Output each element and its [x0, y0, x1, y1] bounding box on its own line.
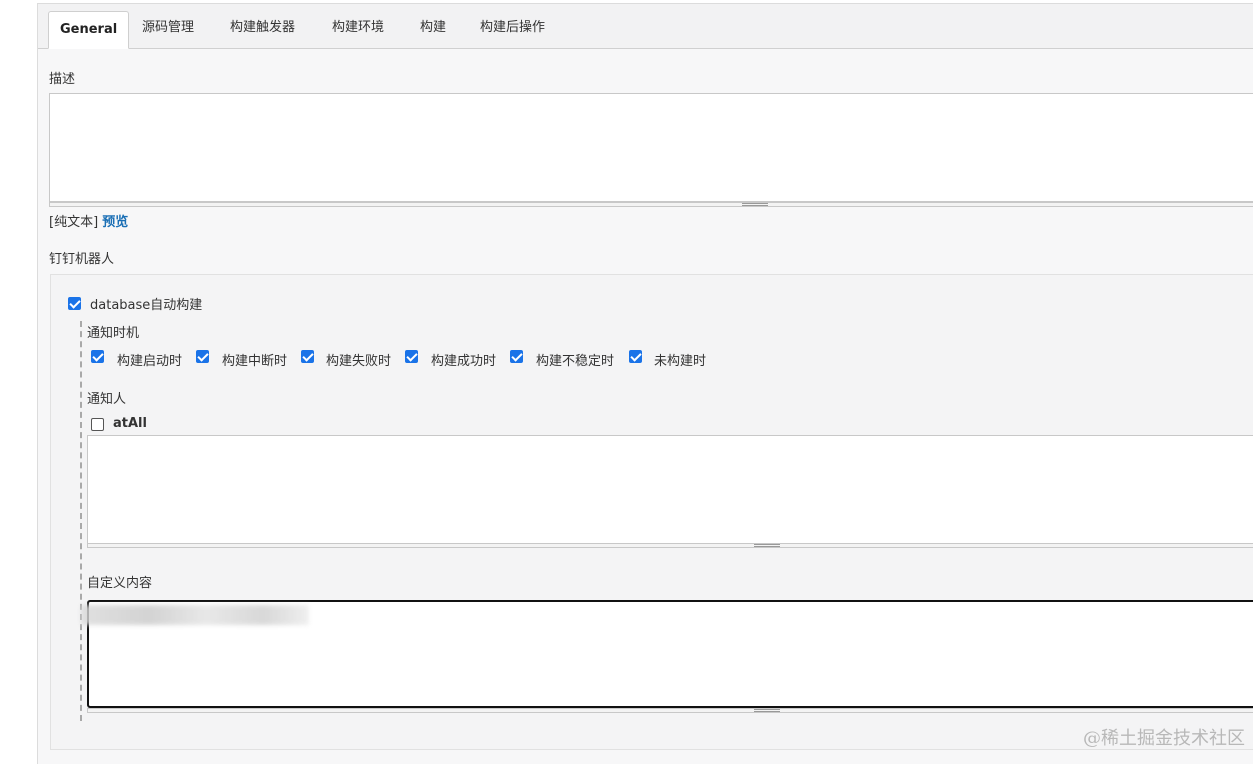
notify-people-resize-handle[interactable]: [87, 543, 1253, 548]
timing-abort-checkbox[interactable]: [196, 350, 209, 363]
timing-unstable-label: 构建不稳定时: [536, 354, 615, 369]
resize-grip-icon: [742, 203, 768, 206]
description-format-line: [纯文本] 预览: [49, 211, 128, 230]
timing-abort-label: 构建中断时: [222, 354, 288, 369]
plain-text-indicator: [纯文本]: [49, 215, 99, 230]
notify-people-label: 通知人: [87, 392, 127, 407]
custom-content-label: 自定义内容: [87, 576, 153, 591]
robot-config-indent-line: [80, 321, 82, 721]
tab-build-triggers[interactable]: 构建触发器: [230, 14, 295, 42]
tab-source-control[interactable]: 源码管理: [142, 14, 194, 42]
description-resize-handle[interactable]: [49, 202, 1253, 207]
description-label: 描述: [49, 72, 76, 87]
at-all-checkbox[interactable]: [91, 418, 104, 431]
timing-unstable-checkbox[interactable]: [510, 350, 523, 363]
description-textarea[interactable]: [49, 93, 1253, 202]
robot-enable-checkbox[interactable]: [68, 297, 81, 310]
redacted-content-blur: [81, 605, 309, 625]
watermark: @稀土掘金技术社区: [1083, 728, 1245, 749]
notify-timing-label: 通知时机: [87, 326, 140, 341]
timing-start-label: 构建启动时: [117, 354, 183, 369]
resize-grip-icon: [754, 709, 780, 712]
notify-people-textarea[interactable]: [87, 435, 1253, 544]
timing-failure-checkbox[interactable]: [301, 350, 314, 363]
robot-name-label: database自动构建: [90, 298, 203, 313]
timing-success-checkbox[interactable]: [405, 350, 418, 363]
timing-not-built-label: 未构建时: [654, 354, 707, 369]
config-tab-bar: General 源码管理 构建触发器 构建环境 构建 构建后操作: [38, 4, 1253, 49]
resize-grip-icon: [754, 544, 780, 547]
tab-build[interactable]: 构建: [420, 14, 446, 42]
job-config-panel: General 源码管理 构建触发器 构建环境 构建 构建后操作 描述 [纯文本…: [37, 3, 1253, 764]
tab-post-build-actions[interactable]: 构建后操作: [480, 14, 545, 42]
dingtalk-section-label: 钉钉机器人: [49, 252, 115, 267]
timing-not-built-checkbox[interactable]: [629, 350, 642, 363]
timing-failure-label: 构建失败时: [326, 354, 392, 369]
at-all-label: atAll: [113, 416, 147, 431]
dingtalk-robot-panel: database自动构建 通知时机 构建启动时 构建中断时 构建失败时 构建成功…: [50, 274, 1253, 750]
custom-content-resize-handle[interactable]: [87, 708, 1253, 713]
timing-start-checkbox[interactable]: [91, 350, 104, 363]
tab-build-environment[interactable]: 构建环境: [332, 14, 384, 42]
tab-general[interactable]: General: [48, 11, 130, 49]
timing-success-label: 构建成功时: [431, 354, 497, 369]
preview-link[interactable]: 预览: [102, 215, 128, 230]
